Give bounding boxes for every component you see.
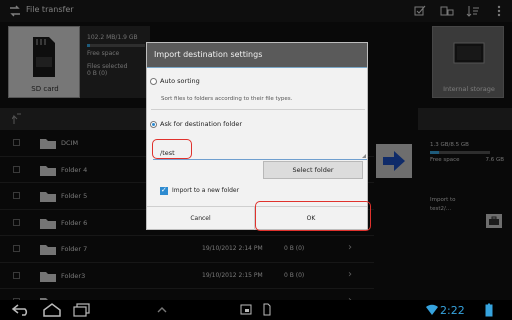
ask-destination-label: Ask for destination folder: [160, 120, 243, 128]
home-icon[interactable]: [41, 303, 63, 317]
ask-destination-option[interactable]: Ask for destination folder: [147, 113, 367, 135]
screenshot-icon: [240, 304, 252, 315]
folder-path-highlight: [152, 139, 192, 159]
recent-apps-icon[interactable]: [71, 303, 93, 317]
back-icon[interactable]: [10, 303, 32, 317]
import-new-folder-label: Import to a new folder: [172, 187, 240, 194]
cancel-button[interactable]: Cancel: [147, 207, 255, 230]
dialog-title: Import destination settings: [154, 50, 263, 59]
divider: [151, 109, 365, 110]
ask-destination-radio[interactable]: [150, 121, 157, 128]
auto-sorting-label: Auto sorting: [160, 77, 200, 85]
import-new-folder-checkbox[interactable]: [160, 186, 168, 195]
import-settings-dialog: Import destination settings Auto sorting…: [146, 42, 371, 231]
select-folder-button[interactable]: Select folder: [263, 161, 363, 179]
auto-sorting-radio[interactable]: [150, 78, 157, 85]
wifi-icon: [426, 304, 438, 315]
file-transfer-app: File transfer SD card 102.2 MB/1.9 GB Fr…: [0, 0, 512, 320]
dialog-header: Import destination settings: [147, 43, 367, 68]
clock: 2:22: [440, 304, 465, 317]
system-nav-bar: 2:22: [0, 300, 512, 320]
auto-sorting-description: Sort files to folders according to their…: [161, 96, 293, 102]
ok-button-highlight: [255, 201, 371, 231]
battery-icon: [485, 303, 493, 317]
auto-sorting-option[interactable]: Auto sorting: [147, 70, 367, 94]
up-arrow-icon[interactable]: [156, 303, 168, 317]
sd-card-status-icon: [263, 303, 271, 316]
